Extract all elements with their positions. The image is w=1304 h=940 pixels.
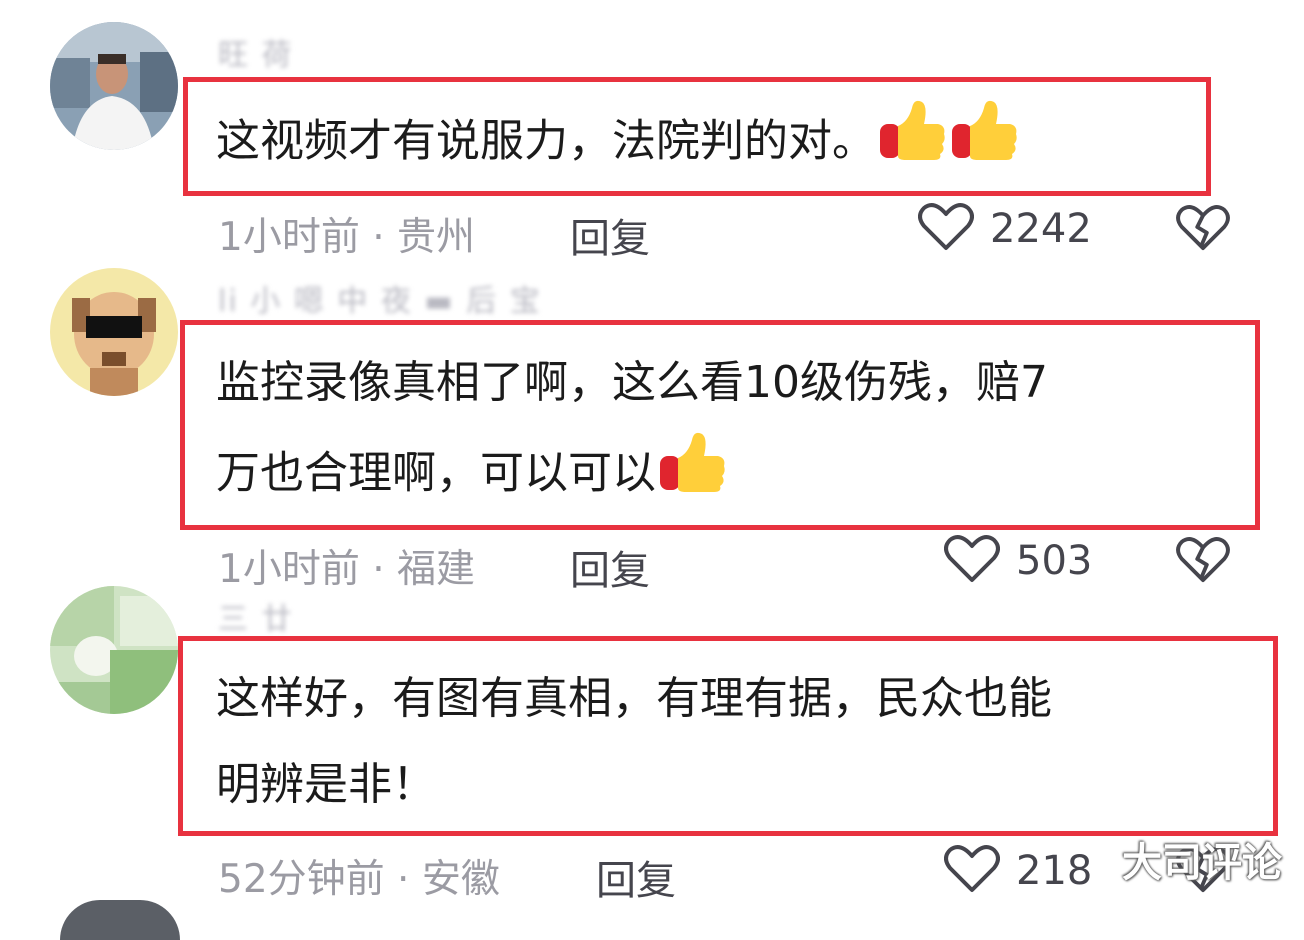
avatar[interactable]: [50, 22, 178, 150]
broken-heart-icon[interactable]: [1176, 536, 1230, 588]
username[interactable]: 旺 荷: [218, 30, 294, 74]
reply-button[interactable]: 回复: [570, 206, 650, 264]
username[interactable]: 三 廿: [218, 594, 294, 638]
heart-outline-icon[interactable]: [944, 844, 1000, 898]
comment-text-content: 监控录像真相了啊，这么看10级伤残，赔7 万也合理啊，可以可以: [216, 357, 1048, 499]
comment-text-content: 这视频才有说服力，法院判的对。: [216, 115, 876, 167]
comment-meta: 1小时前 · 福建: [218, 538, 475, 594]
avatar[interactable]: [50, 268, 178, 396]
comment-meta: 52分钟前 · 安徽: [218, 848, 500, 904]
location: · 贵州: [372, 215, 476, 260]
like-count: 2242: [990, 206, 1092, 252]
broken-heart-icon[interactable]: [1176, 204, 1230, 256]
location: · 福建: [372, 547, 476, 592]
comment-text: 这样好，有图有真相，有理有据，民众也能 明辨是非！: [216, 656, 1052, 828]
username[interactable]: li 小 嗯 中 夜 ▬ 后 宝: [218, 276, 542, 320]
comment-text-content: 这样好，有图有真相，有理有据，民众也能 明辨是非！: [216, 673, 1052, 810]
comment-text: 监控录像真相了啊，这么看10级伤残，赔7 万也合理啊，可以可以: [216, 340, 1048, 525]
thumbs-up-emoji-icon: [658, 426, 728, 525]
timestamp: 52分钟前: [218, 857, 385, 902]
location: · 安徽: [397, 857, 500, 902]
timestamp: 1小时前: [218, 215, 360, 260]
heart-outline-icon[interactable]: [944, 534, 1000, 588]
reply-button[interactable]: 回复: [596, 848, 676, 906]
comment-meta: 1小时前 · 贵州: [218, 206, 475, 262]
comment-text: 这视频才有说服力，法院判的对。: [216, 94, 1020, 193]
reply-button[interactable]: 回复: [570, 538, 650, 596]
thumbs-up-emoji-icon: [950, 94, 1020, 193]
like-count: 218: [1016, 848, 1093, 894]
watermark: 大司评论: [1122, 840, 1282, 886]
avatar[interactable]: [50, 586, 178, 714]
like-count: 503: [1016, 538, 1093, 584]
thumbs-up-emoji-icon: [878, 94, 948, 193]
timestamp: 1小时前: [218, 547, 360, 592]
heart-outline-icon[interactable]: [918, 202, 974, 256]
avatar[interactable]: [60, 900, 180, 940]
